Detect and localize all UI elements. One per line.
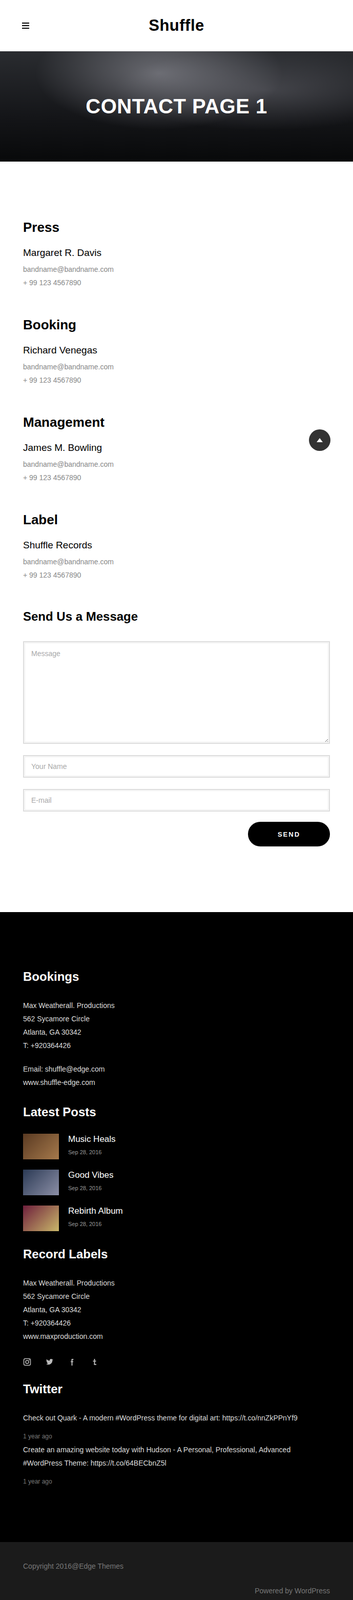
contact-phone: + 99 123 4567890 [23, 372, 330, 387]
bookings-widget: Bookings Max Weatherall. Productions562 S… [23, 966, 330, 1088]
instagram-icon[interactable] [23, 1356, 32, 1365]
contact-name: Shuffle Records [23, 537, 330, 552]
address-line: 562 Sycamore Circle [23, 1010, 330, 1025]
tweet-time: 1 year ago [23, 1472, 330, 1487]
contact-phone: + 99 123 4567890 [23, 470, 330, 484]
contact-email[interactable]: bandname@bandname.com [23, 457, 330, 471]
facebook-icon[interactable] [68, 1356, 77, 1365]
label-line: Max Weatherall. Productions [23, 1274, 330, 1289]
twitter-widget: Twitter Check out Quark - A modern #WordP… [23, 1378, 330, 1487]
header: Shuffle [0, 0, 353, 52]
menu-icon[interactable] [22, 22, 30, 29]
post-item[interactable]: Music HealsSep 28, 2016 [23, 1132, 330, 1158]
post-title[interactable]: Good Vibes [68, 1168, 114, 1180]
latest-posts-widget: Latest PostsMusic HealsSep 28, 2016Good … [23, 1102, 330, 1230]
contact-email[interactable]: bandname@bandname.com [23, 359, 330, 373]
contact-heading: Management [23, 412, 330, 431]
email-field[interactable] [23, 787, 330, 811]
widget-heading: Record Labels [23, 1243, 330, 1262]
widget-heading: Twitter [23, 1378, 330, 1397]
powered-by[interactable]: Powered by WordPress [23, 1582, 330, 1596]
contact-phone: + 99 123 4567890 [23, 275, 330, 289]
arrow-up-icon[interactable] [316, 437, 323, 442]
page: Shuffle CONTACT PAGE 1 Press Margaret R. Da… [0, 0, 353, 1598]
contact-heading: Booking [23, 315, 330, 334]
contact-line[interactable]: Email: shuffle@edge.com [23, 1061, 330, 1075]
contact-heading: Label [23, 509, 330, 529]
tweet: Create an amazing website today with Hud… [23, 1441, 330, 1487]
label-line: www.maxproduction.com [23, 1327, 330, 1342]
contact-phone: + 99 123 4567890 [23, 567, 330, 581]
contact-name: James M. Bowling [23, 440, 330, 454]
name-field[interactable] [23, 754, 330, 777]
label-line: 562 Sycamore Circle [23, 1288, 330, 1302]
tweet-text[interactable]: Create an amazing website today with Hud… [23, 1441, 330, 1468]
widget-heading: Bookings [23, 966, 330, 985]
contact-form: SEND [23, 640, 330, 846]
footer: BookingsMax Weatherall. Productions562 S… [0, 910, 353, 1541]
tweet-time: 1 year ago [23, 1427, 330, 1442]
tweet: Check out Quark - A modern #WordPress th… [23, 1409, 330, 1442]
post-item[interactable]: Rebirth AlbumSep 28, 2016 [23, 1203, 330, 1230]
label-line: Atlanta, GA 30342 [23, 1301, 330, 1315]
widget-heading: Latest Posts [23, 1102, 330, 1120]
twitter-icon[interactable] [45, 1356, 54, 1365]
address-line: Atlanta, GA 30342 [23, 1024, 330, 1038]
contact-email[interactable]: bandname@bandname.com [23, 554, 330, 568]
tumblr-icon[interactable] [90, 1356, 99, 1365]
hero-banner: CONTACT PAGE 1 [0, 51, 353, 162]
bottom-bar: Copyright 2016@Edge Themes Powered by Wor… [0, 1540, 353, 1598]
contact-block: Press Margaret R. Davis bandname@bandname.… [23, 217, 330, 289]
post-thumbnail[interactable] [23, 1132, 59, 1158]
post-date: Sep 28, 2016 [68, 1217, 123, 1228]
message-field[interactable] [23, 640, 330, 743]
contact-block: Label Shuffle Records bandname@bandname.co… [23, 509, 330, 581]
post-date: Sep 28, 2016 [68, 1181, 114, 1192]
label-line: T: +920364426 [23, 1314, 330, 1328]
contact-name: Richard Venegas [23, 343, 330, 357]
address-line: T: +920364426 [23, 1037, 330, 1051]
contact-heading: Press [23, 217, 330, 237]
post-item[interactable]: Good VibesSep 28, 2016 [23, 1168, 330, 1194]
contact-email[interactable]: bandname@bandname.com [23, 262, 330, 276]
contact-block: Booking Richard Venegas bandname@bandname.… [23, 315, 330, 387]
contact-name: Margaret R. Davis [23, 245, 330, 260]
hero-title: CONTACT PAGE 1 [85, 94, 267, 118]
send-button[interactable]: SEND [247, 820, 330, 846]
post-thumbnail[interactable] [23, 1203, 59, 1230]
post-title[interactable]: Rebirth Album [68, 1203, 123, 1216]
tweet-text[interactable]: Check out Quark - A modern #WordPress th… [23, 1409, 330, 1423]
social-links [23, 1356, 330, 1365]
logo[interactable]: Shuffle [51, 16, 302, 35]
contact-block: Management James M. Bowling bandname@bandn… [23, 412, 330, 484]
contact-content: Press Margaret R. Davis bandname@bandname.… [0, 161, 353, 911]
record-labels-widget: Record Labels Max Weatherall. Productions… [23, 1243, 330, 1365]
address-line: Max Weatherall. Productions [23, 997, 330, 1011]
post-date: Sep 28, 2016 [68, 1145, 116, 1156]
form-heading: Send Us a Message [23, 607, 330, 625]
post-title[interactable]: Music Heals [68, 1132, 116, 1144]
copyright: Copyright 2016@Edge Themes [23, 1557, 330, 1571]
post-thumbnail[interactable] [23, 1168, 59, 1194]
back-to-top-button[interactable] [308, 428, 331, 451]
contact-line[interactable]: www.shuffle-edge.com [23, 1074, 330, 1088]
